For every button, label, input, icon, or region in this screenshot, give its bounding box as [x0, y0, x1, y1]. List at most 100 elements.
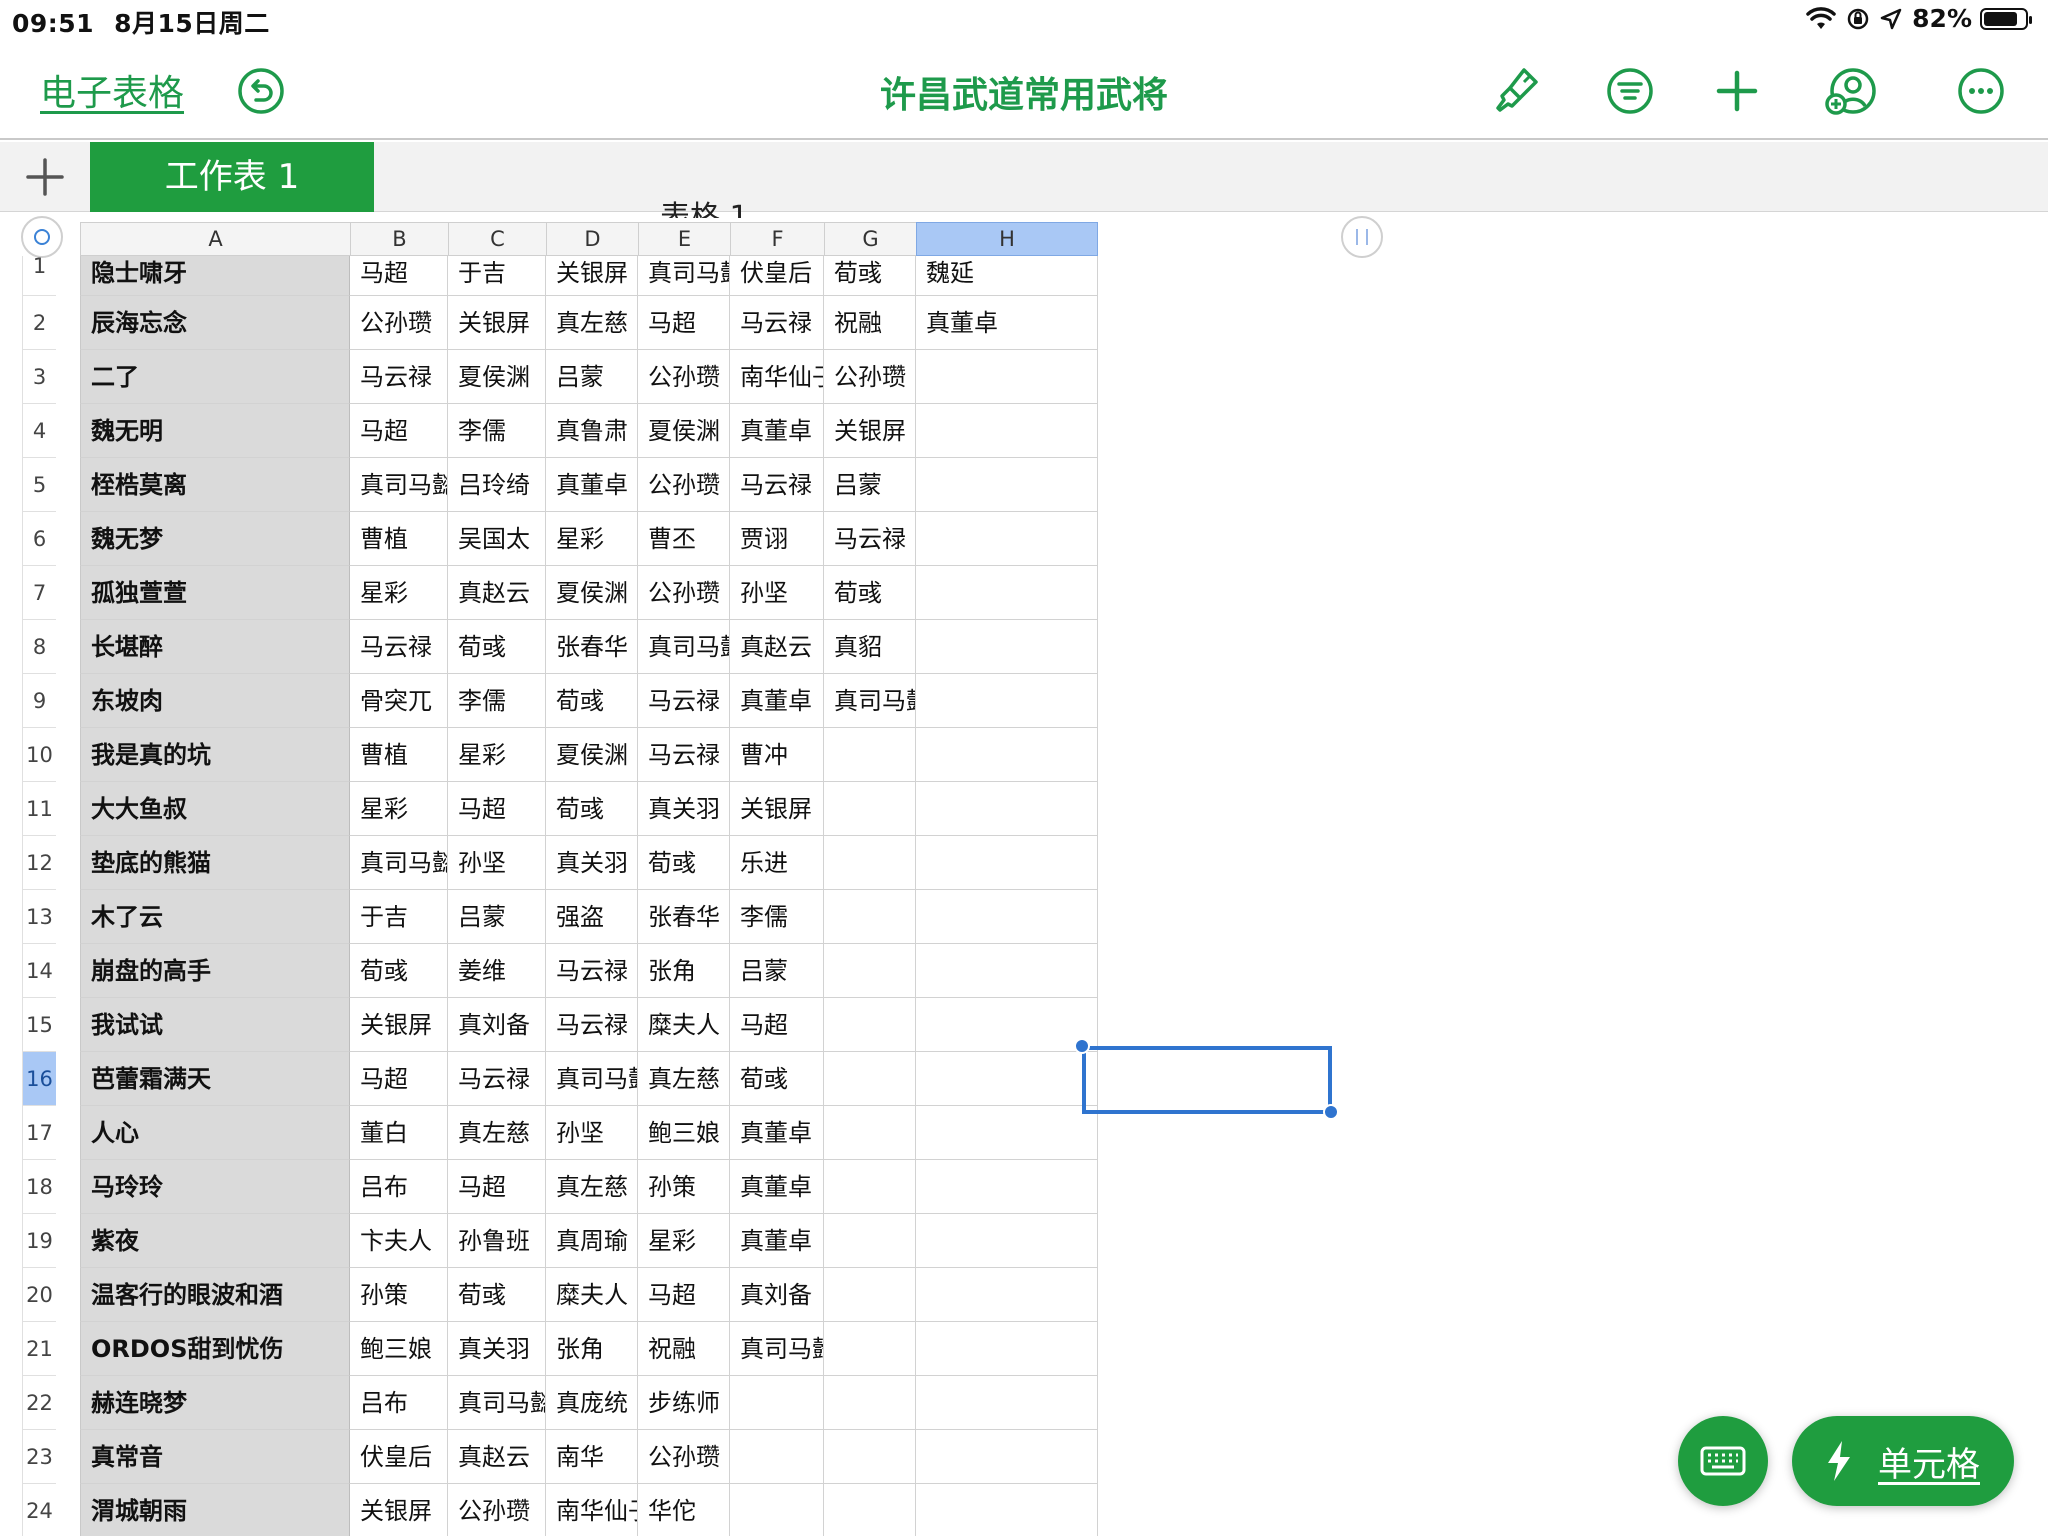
cell-e11[interactable]: 真关羽: [638, 782, 730, 836]
add-sheet-button[interactable]: [22, 154, 68, 200]
cell-e20[interactable]: 马超: [638, 1268, 730, 1322]
row-header-24[interactable]: 24: [22, 1484, 56, 1536]
cell-f8[interactable]: 真赵云: [730, 620, 824, 674]
cell-g8[interactable]: 真貂: [824, 620, 916, 674]
cell-c5[interactable]: 吕玲绮: [448, 458, 546, 512]
cell-a5[interactable]: 桎梏莫离: [80, 458, 350, 512]
cell-e9[interactable]: 马云禄: [638, 674, 730, 728]
cell-a13[interactable]: 木了云: [80, 890, 350, 944]
cell-e17[interactable]: 鲍三娘: [638, 1106, 730, 1160]
cell-h14[interactable]: [916, 944, 1098, 998]
row-header-11[interactable]: 11: [22, 782, 56, 836]
cell-d13[interactable]: 强盗: [546, 890, 638, 944]
cell-d1[interactable]: 关银屏: [546, 256, 638, 296]
row-header-6[interactable]: 6: [22, 512, 56, 566]
cell-e2[interactable]: 马超: [638, 296, 730, 350]
undo-button[interactable]: [236, 66, 286, 116]
cell-e19[interactable]: 星彩: [638, 1214, 730, 1268]
cell-a4[interactable]: 魏无明: [80, 404, 350, 458]
cell-f14[interactable]: 吕蒙: [730, 944, 824, 998]
cell-d12[interactable]: 真关羽: [546, 836, 638, 890]
cell-d2[interactable]: 真左慈: [546, 296, 638, 350]
column-header-d[interactable]: D: [546, 222, 638, 256]
row-header-5[interactable]: 5: [22, 458, 56, 512]
cell-a21[interactable]: ORDOS甜到忧伤: [80, 1322, 350, 1376]
selection-handle-bottom-right[interactable]: [1323, 1104, 1339, 1120]
select-table-button[interactable]: [21, 216, 63, 258]
cell-c2[interactable]: 关银屏: [448, 296, 546, 350]
cell-d20[interactable]: 糜夫人: [546, 1268, 638, 1322]
row-header-15[interactable]: 15: [22, 998, 56, 1052]
cell-h12[interactable]: [916, 836, 1098, 890]
cell-f10[interactable]: 曹冲: [730, 728, 824, 782]
column-header-a[interactable]: A: [80, 222, 350, 256]
cell-b11[interactable]: 星彩: [350, 782, 448, 836]
more-button[interactable]: [1954, 64, 2008, 118]
cell-g16[interactable]: [824, 1052, 916, 1106]
cell-b2[interactable]: 公孙瓒: [350, 296, 448, 350]
cell-e24[interactable]: 华佗: [638, 1484, 730, 1536]
cell-f12[interactable]: 乐进: [730, 836, 824, 890]
cell-a18[interactable]: 马玲玲: [80, 1160, 350, 1214]
cell-a16[interactable]: 芭蕾霜满天: [80, 1052, 350, 1106]
cell-c24[interactable]: 公孙瓒: [448, 1484, 546, 1536]
row-header-7[interactable]: 7: [22, 566, 56, 620]
cell-b23[interactable]: 伏皇后: [350, 1430, 448, 1484]
back-to-spreadsheets-link[interactable]: 电子表格: [40, 64, 184, 116]
cell-c10[interactable]: 星彩: [448, 728, 546, 782]
cell-h4[interactable]: [916, 404, 1098, 458]
cell-a2[interactable]: 辰海忘念: [80, 296, 350, 350]
cell-e14[interactable]: 张角: [638, 944, 730, 998]
cell-e7[interactable]: 公孙瓒: [638, 566, 730, 620]
cell-c7[interactable]: 真赵云: [448, 566, 546, 620]
column-header-e[interactable]: E: [638, 222, 730, 256]
cell-b15[interactable]: 关银屏: [350, 998, 448, 1052]
cell-e23[interactable]: 公孙瓒: [638, 1430, 730, 1484]
cell-b1[interactable]: 马超: [350, 256, 448, 296]
cell-a17[interactable]: 人心: [80, 1106, 350, 1160]
cell-g7[interactable]: 荀彧: [824, 566, 916, 620]
cell-c4[interactable]: 李儒: [448, 404, 546, 458]
cell-b10[interactable]: 曹植: [350, 728, 448, 782]
cell-g17[interactable]: [824, 1106, 916, 1160]
cell-g5[interactable]: 吕蒙: [824, 458, 916, 512]
cell-e10[interactable]: 马云禄: [638, 728, 730, 782]
cell-f6[interactable]: 贾诩: [730, 512, 824, 566]
cell-f16[interactable]: 荀彧: [730, 1052, 824, 1106]
cell-a10[interactable]: 我是真的坑: [80, 728, 350, 782]
cell-b3[interactable]: 马云禄: [350, 350, 448, 404]
row-header-19[interactable]: 19: [22, 1214, 56, 1268]
cell-e3[interactable]: 公孙瓒: [638, 350, 730, 404]
cell-h3[interactable]: [916, 350, 1098, 404]
cell-h5[interactable]: [916, 458, 1098, 512]
tab-sheet-1[interactable]: 工作表 1: [90, 142, 374, 212]
cell-d8[interactable]: 张春华: [546, 620, 638, 674]
cell-g11[interactable]: [824, 782, 916, 836]
row-header-12[interactable]: 12: [22, 836, 56, 890]
cell-e5[interactable]: 公孙瓒: [638, 458, 730, 512]
cell-c11[interactable]: 马超: [448, 782, 546, 836]
cell-f21[interactable]: 真司马懿: [730, 1322, 824, 1376]
cell-h8[interactable]: [916, 620, 1098, 674]
cell-f4[interactable]: 真董卓: [730, 404, 824, 458]
row-header-20[interactable]: 20: [22, 1268, 56, 1322]
row-header-17[interactable]: 17: [22, 1106, 56, 1160]
cell-d24[interactable]: 南华仙子: [546, 1484, 638, 1536]
cell-g22[interactable]: [824, 1376, 916, 1430]
cell-f1[interactable]: 伏皇后: [730, 256, 824, 296]
cell-c21[interactable]: 真关羽: [448, 1322, 546, 1376]
cell-d11[interactable]: 荀彧: [546, 782, 638, 836]
cell-b20[interactable]: 孙策: [350, 1268, 448, 1322]
collaborate-button[interactable]: [1824, 64, 1878, 118]
cell-g9[interactable]: 真司马懿: [824, 674, 916, 728]
cell-e21[interactable]: 祝融: [638, 1322, 730, 1376]
cell-d17[interactable]: 孙坚: [546, 1106, 638, 1160]
cell-f5[interactable]: 马云禄: [730, 458, 824, 512]
cell-c8[interactable]: 荀彧: [448, 620, 546, 674]
cell-d6[interactable]: 星彩: [546, 512, 638, 566]
row-header-18[interactable]: 18: [22, 1160, 56, 1214]
cell-b21[interactable]: 鲍三娘: [350, 1322, 448, 1376]
cell-f3[interactable]: 南华仙子: [730, 350, 824, 404]
cell-g10[interactable]: [824, 728, 916, 782]
cell-b9[interactable]: 骨突兀: [350, 674, 448, 728]
